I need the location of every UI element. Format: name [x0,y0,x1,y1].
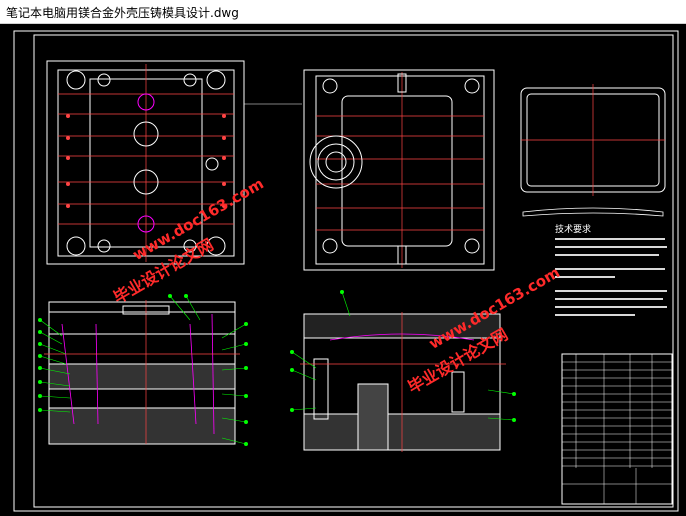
window-title: 笔记本电脑用镁合金外壳压铸模具设计.dwg [6,6,239,20]
cad-drawing: 技术要求 毕业设计论文网 www.doc163.com 毕业设计论文网 www.… [13,30,679,512]
notes-title: 技术要求 [555,223,591,235]
watermark-upper: 毕业设计论文网 www.doc163.com [110,174,267,307]
parts-list-title-block [561,353,673,505]
window-titlebar: 笔记本电脑用镁合金外壳压铸模具设计.dwg [0,0,686,24]
technical-notes: 技术要求 [555,223,667,316]
part-outline-view[interactable] [520,84,666,217]
bottom-left-section-view[interactable] [38,294,248,446]
top-middle-plan-view[interactable] [303,69,495,271]
drawing-canvas[interactable]: 技术要求 毕业设计论文网 www.doc163.com 毕业设计论文网 www.… [0,24,686,516]
